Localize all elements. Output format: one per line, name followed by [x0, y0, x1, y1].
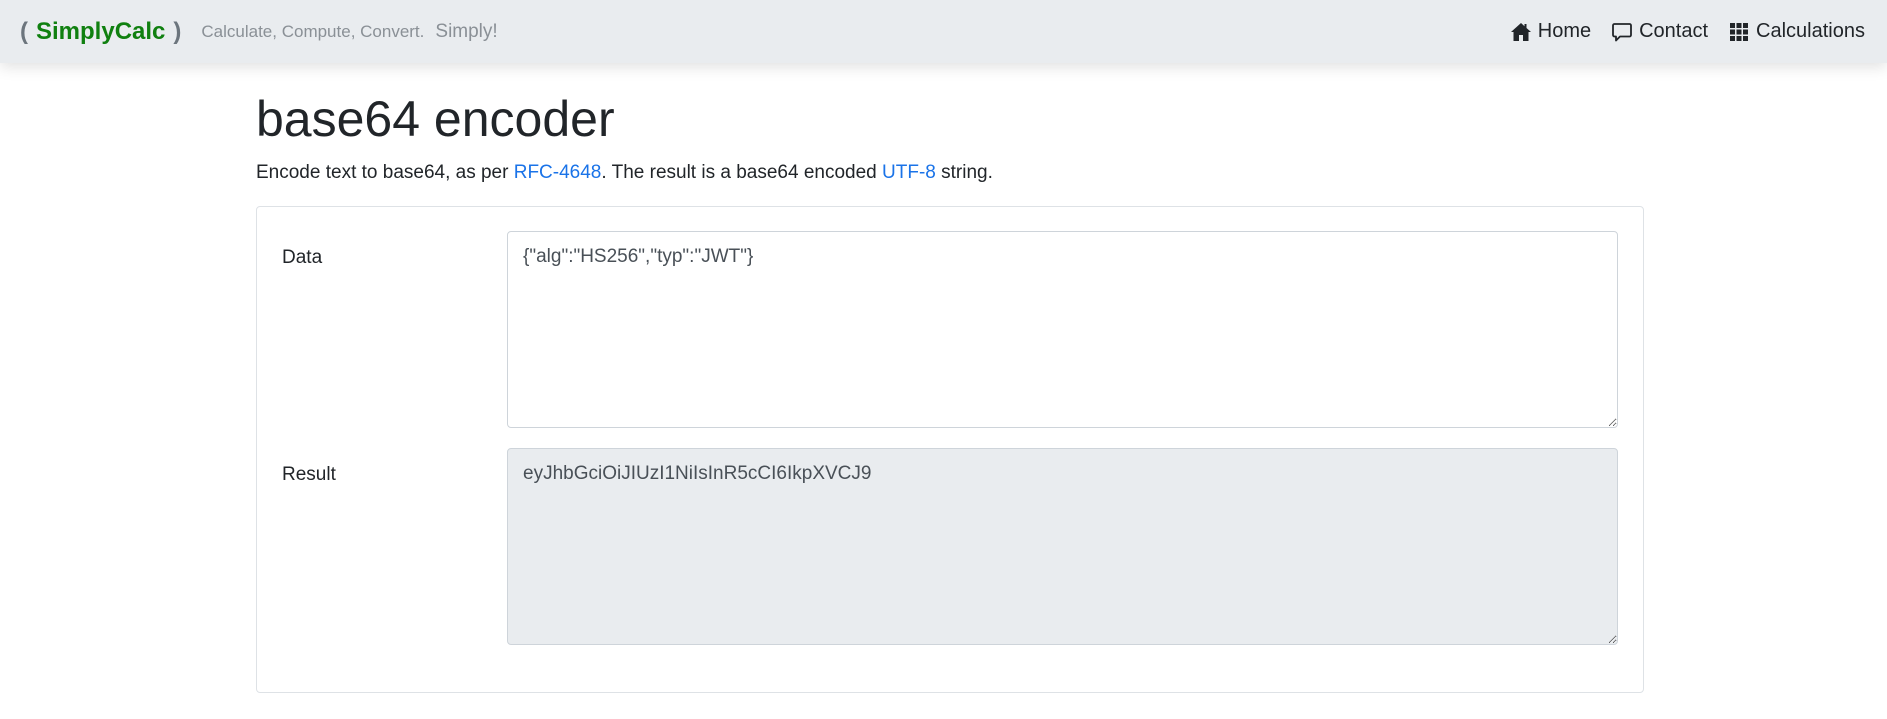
- tagline-simply: Simply!: [435, 20, 498, 42]
- data-input[interactable]: {"alg":"HS256","typ":"JWT"}: [507, 231, 1618, 428]
- lead-text-1: Encode text to base64, as per: [256, 162, 514, 183]
- nav-link-contact[interactable]: Contact: [1611, 20, 1708, 43]
- utf-8-link[interactable]: UTF-8: [882, 162, 936, 183]
- grid-icon: [1728, 21, 1750, 43]
- result-label: Result: [282, 464, 336, 485]
- nav-links: Home Contact Calculations: [1510, 20, 1867, 43]
- nav-link-calculations[interactable]: Calculations: [1728, 20, 1865, 43]
- main-content: base64 encoder Encode text to base64, as…: [256, 63, 1644, 693]
- navbar: ( SimplyCalc ) Calculate, Compute, Conve…: [0, 0, 1887, 63]
- nav-link-home-label: Home: [1537, 20, 1592, 42]
- brand-name: SimplyCalc: [36, 17, 166, 45]
- page-title: base64 encoder: [256, 91, 615, 147]
- tagline-text: Calculate, Compute, Convert.: [201, 21, 425, 41]
- brand-close-paren: ): [173, 17, 182, 45]
- brand-logo[interactable]: ( SimplyCalc ): [20, 18, 181, 46]
- result-output[interactable]: eyJhbGciOiJIUzI1NiIsInR5cCI6IkpXVCJ9: [507, 448, 1618, 645]
- nav-link-calculations-label: Calculations: [1756, 20, 1865, 42]
- lead-text-3: string.: [935, 162, 993, 183]
- tagline: Calculate, Compute, Convert. Simply!: [201, 21, 497, 43]
- encoder-card: Data {"alg":"HS256","typ":"JWT"} Result …: [256, 206, 1644, 693]
- rfc-4648-link[interactable]: RFC-4648: [514, 162, 602, 183]
- lead-text-2: . The result is a base64 encoded: [601, 162, 883, 183]
- data-label: Data: [282, 247, 323, 268]
- data-row: Data {"alg":"HS256","typ":"JWT"}: [282, 231, 1618, 428]
- nav-link-contact-label: Contact: [1639, 20, 1709, 42]
- brand-open-paren: (: [20, 17, 28, 45]
- home-icon: [1510, 21, 1532, 43]
- page-description: Encode text to base64, as per RFC-4648. …: [256, 159, 1644, 187]
- result-row: Result eyJhbGciOiJIUzI1NiIsInR5cCI6IkpXV…: [282, 448, 1618, 645]
- nav-link-home[interactable]: Home: [1510, 20, 1591, 43]
- chat-bubble-icon: [1611, 21, 1633, 43]
